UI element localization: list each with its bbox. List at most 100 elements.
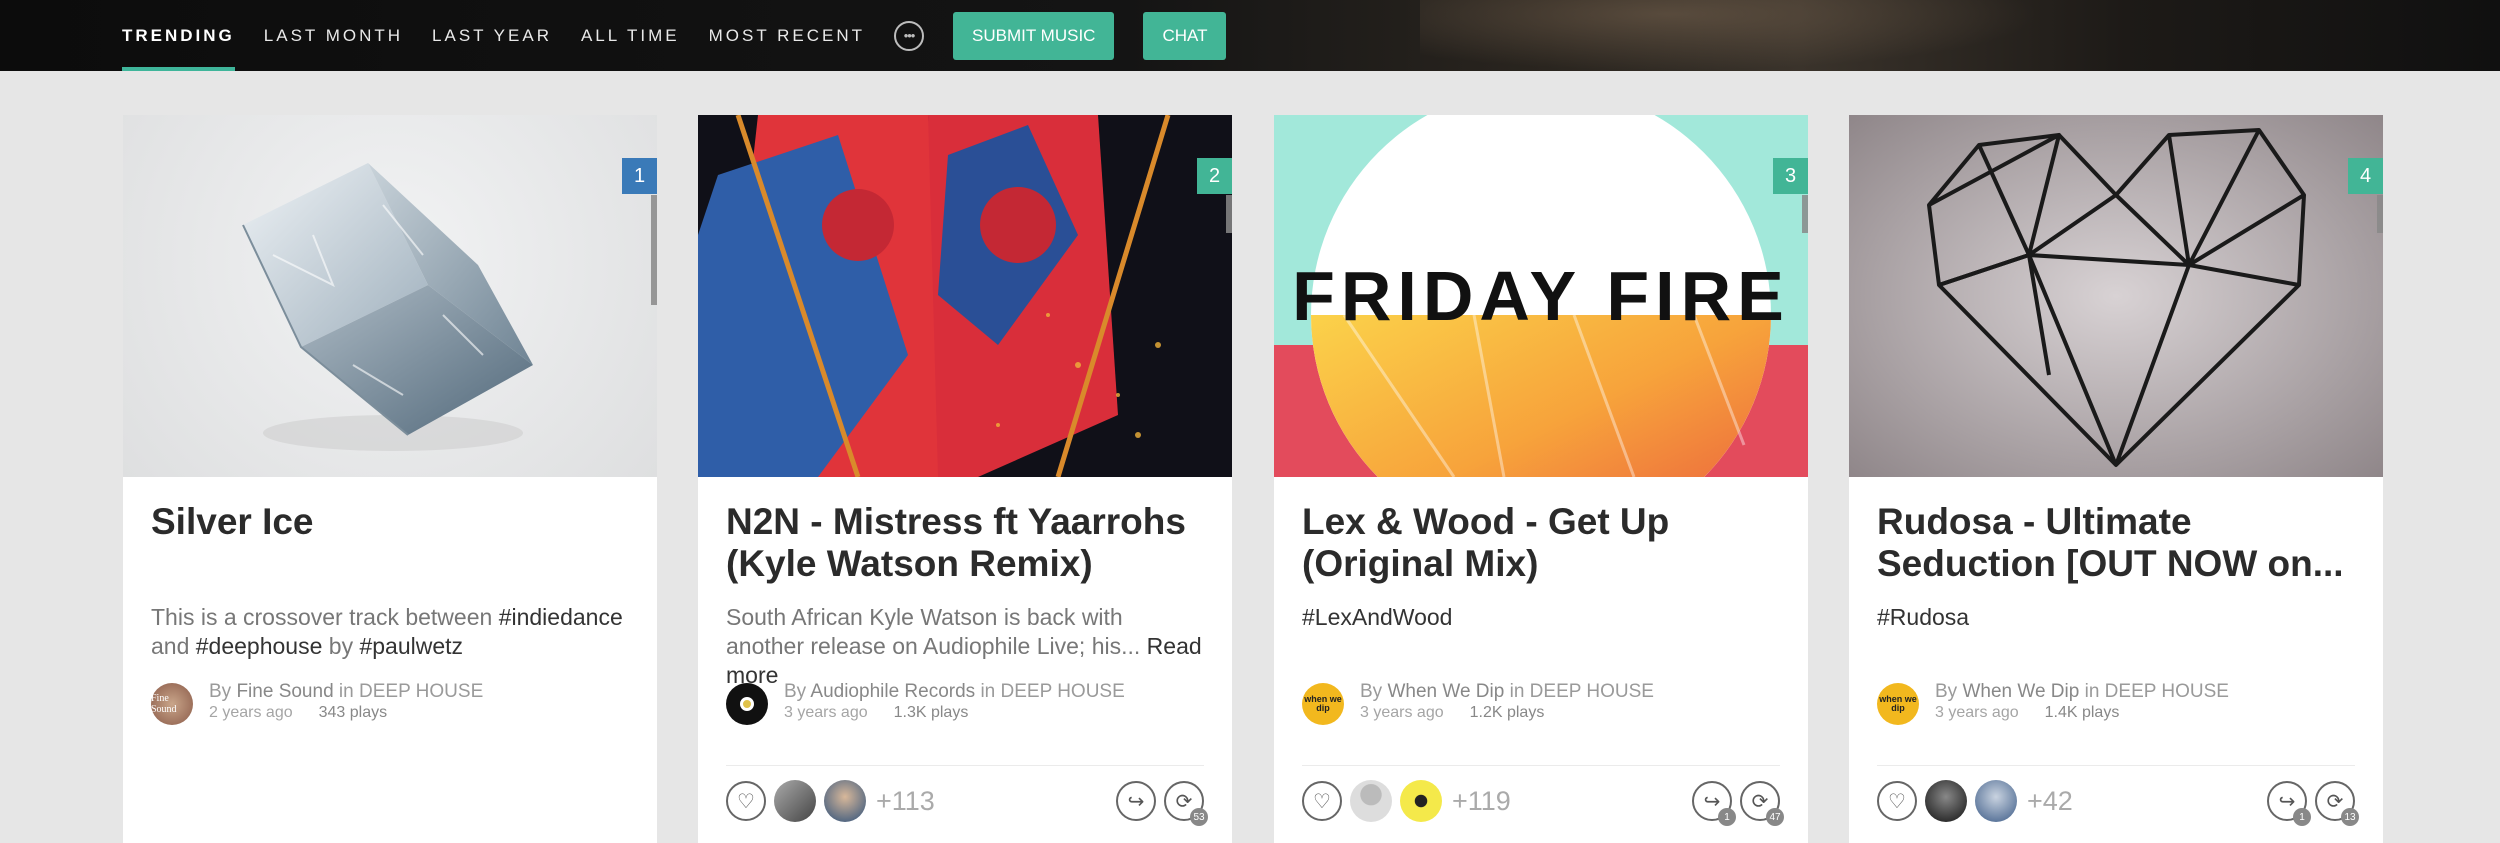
- repost-count-badge: 13: [2341, 808, 2359, 826]
- hashtag-link[interactable]: #Rudosa: [1877, 604, 1969, 630]
- author-avatar[interactable]: when we dip: [1877, 683, 1919, 725]
- likers-list: +113: [774, 780, 935, 822]
- like-count[interactable]: +119: [1452, 786, 1511, 817]
- liker-avatar[interactable]: [1350, 780, 1392, 822]
- in-label: in: [975, 681, 1001, 702]
- share-icon[interactable]: ↪ 1: [1692, 781, 1736, 826]
- heart-icon[interactable]: ♡: [1302, 781, 1342, 821]
- tab-last-year[interactable]: LAST YEAR: [432, 0, 552, 71]
- track-artwork[interactable]: 4: [1849, 115, 2383, 477]
- post-age: 3 years ago: [1935, 704, 2019, 721]
- share-icon[interactable]: ↪: [1116, 781, 1156, 821]
- card-actions: ♡ +42 ↪ 1 ⟳ 13: [1877, 766, 2359, 836]
- track-description: This is a crossover track between #indie…: [151, 603, 629, 678]
- in-label: in: [333, 681, 359, 702]
- submit-music-button[interactable]: SUBMIT MUSIC: [953, 11, 1115, 60]
- liker-avatar[interactable]: [1925, 780, 1967, 822]
- in-label: in: [2079, 681, 2105, 702]
- track-title[interactable]: Silver Ice: [151, 501, 629, 601]
- post-age: 2 years ago: [209, 704, 293, 721]
- track-meta: By Audiophile Records in DEEP HOUSE 3 ye…: [726, 681, 1204, 725]
- artwork-scrollbar[interactable]: [1802, 195, 1808, 233]
- share-count-badge: 1: [2293, 808, 2311, 826]
- like-count[interactable]: +113: [876, 786, 935, 817]
- author-link[interactable]: Fine Sound: [236, 681, 333, 702]
- top-navigation-bar: TRENDING LAST MONTH LAST YEAR ALL TIME M…: [0, 0, 2500, 71]
- repost-icon[interactable]: ⟳ 13: [2315, 781, 2359, 826]
- genre-link[interactable]: DEEP HOUSE: [1001, 681, 1125, 702]
- header-background-photo: [1420, 0, 2040, 71]
- liker-avatar[interactable]: [1400, 780, 1442, 822]
- ice-cube-artwork: [242, 163, 533, 451]
- tab-trending[interactable]: TRENDING: [122, 0, 235, 71]
- chat-button[interactable]: CHAT: [1143, 11, 1227, 60]
- desc-text: by: [322, 633, 360, 659]
- desc-text: and: [151, 633, 196, 659]
- likers-list: +119: [1350, 780, 1511, 822]
- artwork-scrollbar[interactable]: [1226, 195, 1232, 233]
- track-title[interactable]: Rudosa - Ultimate Seduction [OUT NOW on.…: [1877, 501, 2355, 601]
- heart-icon[interactable]: ♡: [1877, 781, 1917, 821]
- desc-text: South African Kyle Watson is back with a…: [726, 604, 1147, 659]
- track-meta: when we dip By When We Dip in DEEP HOUSE…: [1302, 681, 1780, 725]
- like-count[interactable]: +42: [2027, 786, 2073, 817]
- tab-last-month[interactable]: LAST MONTH: [264, 0, 403, 71]
- author-avatar[interactable]: when we dip: [1302, 683, 1344, 725]
- post-age: 3 years ago: [784, 704, 868, 721]
- track-artwork[interactable]: FRIDAY FIRE 3: [1274, 115, 1808, 477]
- play-count: 1.4K plays: [2044, 704, 2120, 721]
- avatar-logo-text: Fine Sound: [151, 693, 177, 715]
- rank-badge: 2: [1197, 158, 1232, 194]
- tab-most-recent[interactable]: MOST RECENT: [709, 0, 865, 71]
- track-title[interactable]: N2N - Mistress ft Yaarrohs (Kyle Watson …: [726, 501, 1204, 601]
- author-link[interactable]: When We Dip: [1387, 681, 1504, 702]
- liker-avatar[interactable]: [824, 780, 866, 822]
- heart-icon[interactable]: ♡: [726, 781, 766, 821]
- artwork-scrollbar[interactable]: [651, 195, 657, 305]
- hashtag-link[interactable]: #deephouse: [196, 633, 323, 659]
- liker-avatar[interactable]: [1975, 780, 2017, 822]
- liker-avatar[interactable]: [774, 780, 816, 822]
- track-card[interactable]: 2 N2N - Mistress ft Yaarrohs (Kyle Watso…: [698, 115, 1232, 843]
- geometric-heart-artwork: [1927, 128, 2306, 467]
- genre-link[interactable]: DEEP HOUSE: [2105, 681, 2229, 702]
- author-link[interactable]: When We Dip: [1962, 681, 2079, 702]
- share-icon[interactable]: ↪ 1: [2267, 781, 2311, 826]
- mistress-artwork: [698, 115, 1232, 477]
- repost-icon[interactable]: ⟳ 53: [1164, 781, 1208, 826]
- repost-icon[interactable]: ⟳ 47: [1740, 781, 1784, 826]
- card-actions: ♡ +119 ↪ 1 ⟳ 47: [1302, 766, 1784, 836]
- by-label: By: [784, 681, 811, 702]
- genre-link[interactable]: DEEP HOUSE: [359, 681, 483, 702]
- play-count: 343 plays: [318, 704, 388, 721]
- hashtag-link[interactable]: #paulwetz: [359, 633, 463, 659]
- track-card[interactable]: FRIDAY FIRE 3 Lex & Wood - Get Up (Origi…: [1274, 115, 1808, 843]
- play-count: 1.2K plays: [1469, 704, 1545, 721]
- track-meta: when we dip By When We Dip in DEEP HOUSE…: [1877, 681, 2355, 725]
- in-label: in: [1504, 681, 1530, 702]
- track-card[interactable]: 4 Rudosa - Ultimate Seduction [OUT NOW o…: [1849, 115, 2383, 843]
- author-avatar[interactable]: Fine Sound: [151, 683, 193, 725]
- track-artwork[interactable]: 1: [123, 115, 657, 477]
- track-card[interactable]: 1 Silver Ice This is a crossover track b…: [123, 115, 657, 843]
- repost-count-badge: 47: [1766, 808, 1784, 826]
- hashtag-link[interactable]: #LexAndWood: [1302, 604, 1452, 630]
- author-link[interactable]: Audiophile Records: [810, 681, 975, 702]
- avatar-logo-text: when we dip: [1879, 694, 1917, 713]
- tab-all-time[interactable]: ALL TIME: [581, 0, 680, 71]
- genre-link[interactable]: DEEP HOUSE: [1530, 681, 1654, 702]
- likers-list: +42: [1925, 780, 2073, 822]
- track-description: #Rudosa: [1877, 603, 2355, 678]
- track-artwork[interactable]: 2: [698, 115, 1232, 477]
- avatar-logo-text: when we dip: [1304, 694, 1342, 713]
- by-label: By: [209, 681, 237, 702]
- hashtag-link[interactable]: #indiedance: [499, 604, 623, 630]
- more-dots-icon[interactable]: •••: [894, 20, 925, 51]
- nav-tabs: TRENDING LAST MONTH LAST YEAR ALL TIME M…: [122, 0, 1255, 71]
- track-title[interactable]: Lex & Wood - Get Up (Original Mix): [1302, 501, 1780, 601]
- artwork-scrollbar[interactable]: [2377, 195, 2383, 233]
- friday-fire-artwork: FRIDAY FIRE: [1274, 115, 1808, 477]
- author-avatar[interactable]: [726, 683, 768, 725]
- by-label: By: [1360, 681, 1388, 702]
- play-count: 1.3K plays: [893, 704, 969, 721]
